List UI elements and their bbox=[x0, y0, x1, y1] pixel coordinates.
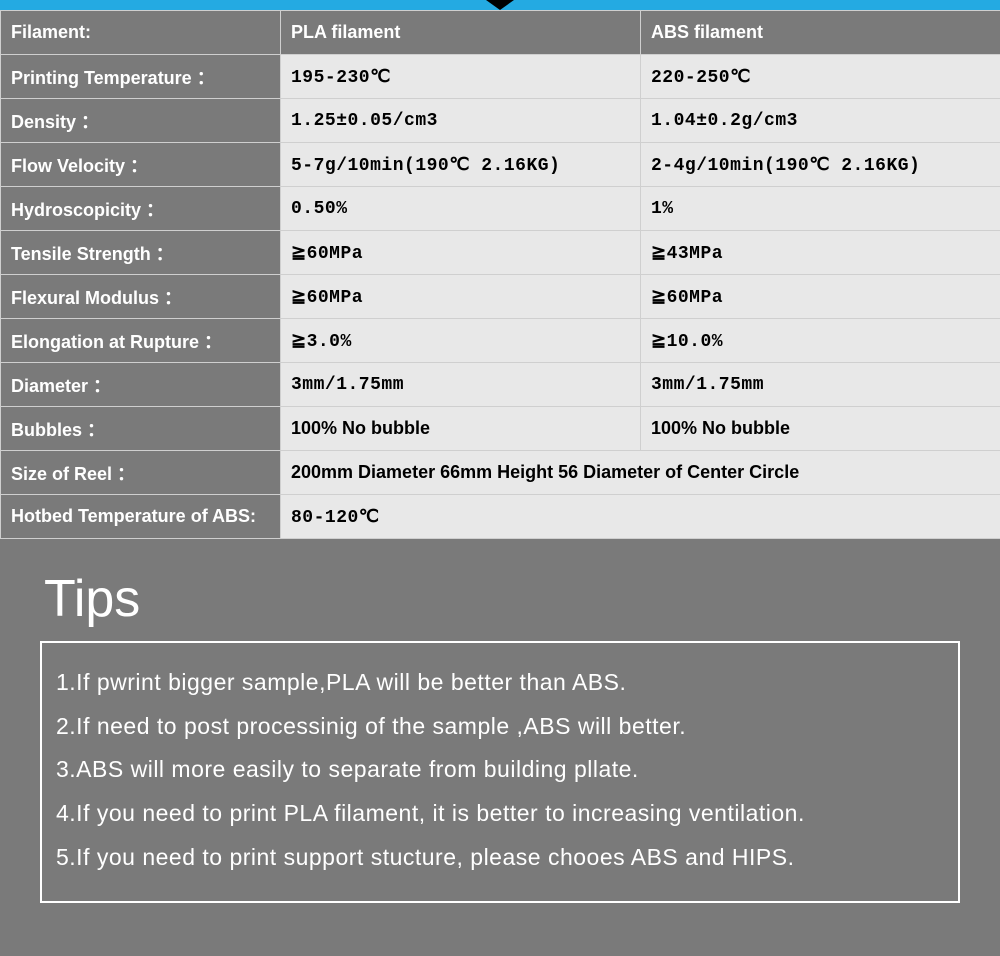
table-row: Flexural Modulus ：≧60MPa≧60MPa bbox=[1, 275, 1000, 319]
row-label: Flexural Modulus ： bbox=[1, 275, 281, 319]
row-label: Density ： bbox=[1, 99, 281, 143]
cell-pla: 0.50% bbox=[281, 187, 641, 231]
cell-pla: ≧60MPa bbox=[281, 231, 641, 275]
row-label: Elongation at Rupture ： bbox=[1, 319, 281, 363]
cell-abs: 1% bbox=[641, 187, 1000, 231]
table-row: Tensile Strength ：≧60MPa≧43MPa bbox=[1, 231, 1000, 275]
cell-span: 200mm Diameter 66mm Height 56 Diameter o… bbox=[281, 451, 1000, 495]
tips-box: 1.If pwrint bigger sample,PLA will be be… bbox=[40, 641, 960, 903]
table-header-row: Filament: PLA filament ABS filament bbox=[1, 11, 1000, 55]
row-label: Flow Velocity ： bbox=[1, 143, 281, 187]
row-label: Hotbed Temperature of ABS: bbox=[1, 495, 281, 539]
cell-abs: 3mm/1.75mm bbox=[641, 363, 1000, 407]
spec-table: Filament: PLA filament ABS filament Prin… bbox=[0, 10, 1000, 539]
tips-title: Tips bbox=[44, 569, 960, 629]
table-row: Elongation at Rupture ：≧3.0%≧10.0% bbox=[1, 319, 1000, 363]
table-row: Size of Reel ：200mm Diameter 66mm Height… bbox=[1, 451, 1000, 495]
tips-line: 3.ABS will more easily to separate from … bbox=[56, 748, 944, 792]
cell-abs: ≧43MPa bbox=[641, 231, 1000, 275]
tips-line: 2.If need to post processinig of the sam… bbox=[56, 705, 944, 749]
row-label: Hydroscopicity ： bbox=[1, 187, 281, 231]
tips-section: Tips 1.If pwrint bigger sample,PLA will … bbox=[0, 539, 1000, 903]
row-label: Printing Temperature ： bbox=[1, 55, 281, 99]
cell-pla: 1.25±0.05/cm3 bbox=[281, 99, 641, 143]
table-row: Bubbles ：100% No bubble100% No bubble bbox=[1, 407, 1000, 451]
table-row: Diameter ：3mm/1.75mm3mm/1.75mm bbox=[1, 363, 1000, 407]
cell-pla: ≧3.0% bbox=[281, 319, 641, 363]
table-row: Printing Temperature ：195-230℃220-250℃ bbox=[1, 55, 1000, 99]
cell-span: 80-120℃ bbox=[281, 495, 1000, 539]
cell-abs: 100% No bubble bbox=[641, 407, 1000, 451]
cell-pla: 3mm/1.75mm bbox=[281, 363, 641, 407]
top-accent-bar bbox=[0, 0, 1000, 10]
cell-abs: ≧10.0% bbox=[641, 319, 1000, 363]
table-row: Flow Velocity ：5-7g/10min(190℃ 2.16KG)2-… bbox=[1, 143, 1000, 187]
tips-line: 5.If you need to print support stucture,… bbox=[56, 836, 944, 880]
cell-abs: 2-4g/10min(190℃ 2.16KG) bbox=[641, 143, 1000, 187]
header-pla: PLA filament bbox=[281, 11, 641, 55]
cell-pla: 100% No bubble bbox=[281, 407, 641, 451]
cell-abs: 1.04±0.2g/cm3 bbox=[641, 99, 1000, 143]
table-row: Hydroscopicity ：0.50%1% bbox=[1, 187, 1000, 231]
cell-pla: ≧60MPa bbox=[281, 275, 641, 319]
cell-pla: 5-7g/10min(190℃ 2.16KG) bbox=[281, 143, 641, 187]
header-abs: ABS filament bbox=[641, 11, 1000, 55]
spec-table-body: Filament: PLA filament ABS filament Prin… bbox=[1, 11, 1000, 539]
table-row: Hotbed Temperature of ABS:80-120℃ bbox=[1, 495, 1000, 539]
row-label: Tensile Strength ： bbox=[1, 231, 281, 275]
header-label: Filament: bbox=[1, 11, 281, 55]
table-row: Density ：1.25±0.05/cm31.04±0.2g/cm3 bbox=[1, 99, 1000, 143]
row-label: Bubbles ： bbox=[1, 407, 281, 451]
cell-abs: ≧60MPa bbox=[641, 275, 1000, 319]
tips-line: 4.If you need to print PLA filament, it … bbox=[56, 792, 944, 836]
row-label: Size of Reel ： bbox=[1, 451, 281, 495]
tips-line: 1.If pwrint bigger sample,PLA will be be… bbox=[56, 661, 944, 705]
cell-abs: 220-250℃ bbox=[641, 55, 1000, 99]
cell-pla: 195-230℃ bbox=[281, 55, 641, 99]
row-label: Diameter ： bbox=[1, 363, 281, 407]
